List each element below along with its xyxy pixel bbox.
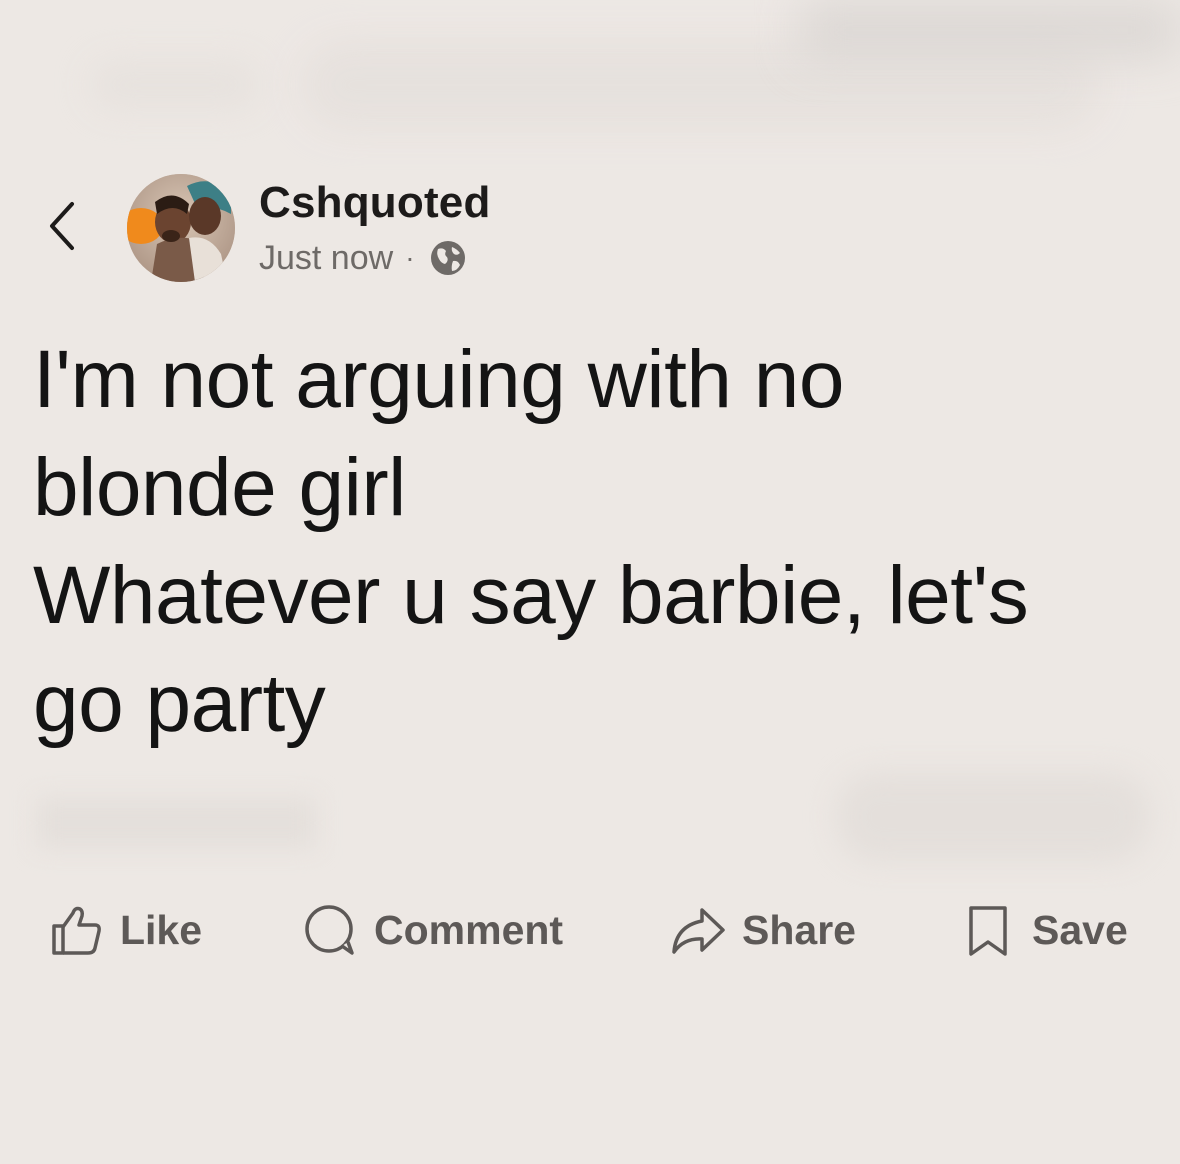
post-text-line: I'm not arguing with no [33, 334, 844, 425]
avatar-photo [127, 174, 235, 282]
blurred-stats [836, 772, 1150, 862]
post-header: Cshquoted Just now · [40, 172, 1140, 284]
post-text-line: Whatever u say barbie, let's [33, 550, 1029, 641]
author-name[interactable]: Cshquoted [259, 178, 491, 228]
post-time: Just now [259, 238, 394, 277]
like-label: Like [120, 906, 203, 953]
blurred-top-corner [800, 0, 1180, 60]
back-button[interactable] [40, 194, 88, 258]
blurred-top-left [90, 60, 260, 110]
chevron-left-icon [50, 202, 74, 250]
globe-icon [429, 239, 467, 277]
save-button[interactable]: Save [960, 895, 1128, 965]
post-text-line: blonde girl [33, 442, 406, 533]
comment-icon [305, 905, 354, 955]
blurred-reactions [36, 798, 316, 848]
share-button[interactable]: Share [670, 895, 856, 965]
post-text: I'm not arguing with no blonde girl What… [33, 326, 1153, 758]
post-text-line: go party [33, 658, 326, 749]
comment-label: Comment [374, 906, 564, 953]
share-label: Share [742, 906, 856, 953]
action-bar: Like Comment Share Save [0, 895, 1180, 965]
save-label: Save [1032, 906, 1128, 953]
like-button[interactable]: Like [48, 895, 202, 965]
meta-separator: · [405, 242, 415, 273]
comment-button[interactable]: Comment [302, 895, 563, 965]
post-meta: Just now · [259, 236, 467, 280]
thumbs-up-icon [52, 906, 101, 955]
share-icon [672, 908, 725, 954]
bookmark-icon [969, 906, 1007, 956]
avatar[interactable] [127, 174, 235, 282]
